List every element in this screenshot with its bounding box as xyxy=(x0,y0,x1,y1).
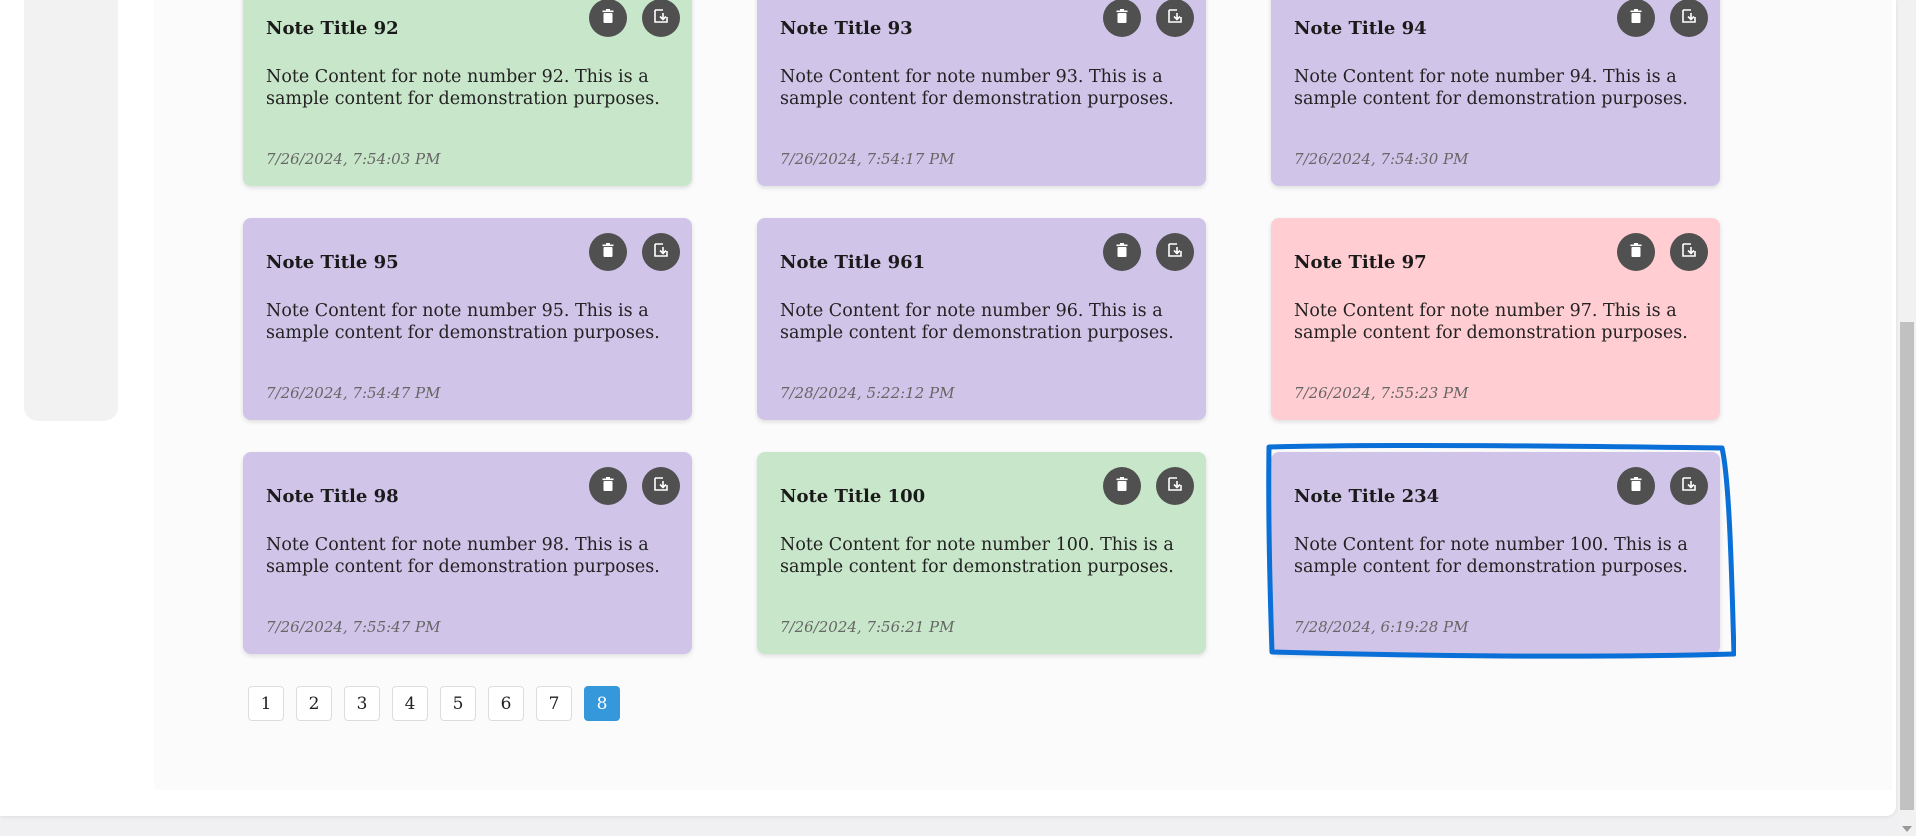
download-icon xyxy=(653,476,669,496)
note-title: Note Title 961 xyxy=(780,252,926,273)
delete-note-button[interactable] xyxy=(589,0,627,37)
note-card[interactable]: Note Title 98 Note Content for note numbe… xyxy=(243,452,692,654)
note-title: Note Title 93 xyxy=(780,18,913,39)
page-button-8[interactable]: 8 xyxy=(584,686,620,721)
note-date: 7/26/2024, 7:54:47 PM xyxy=(266,384,441,402)
note-card[interactable]: Note Title 100 Note Content for note numb… xyxy=(757,452,1206,654)
download-note-button[interactable] xyxy=(1156,467,1194,505)
download-note-button[interactable] xyxy=(1156,233,1194,271)
delete-note-button[interactable] xyxy=(1103,233,1141,271)
sidebar xyxy=(24,0,118,421)
note-card[interactable]: Note Title 92 Note Content for note numbe… xyxy=(243,0,692,186)
note-title: Note Title 97 xyxy=(1294,252,1427,273)
download-note-button[interactable] xyxy=(1156,0,1194,37)
annotation-highlight-outline xyxy=(1266,442,1736,659)
note-content: Note Content for note number 96. This is… xyxy=(780,301,1174,343)
note-card[interactable]: Note Title 93 Note Content for note numbe… xyxy=(757,0,1206,186)
download-icon xyxy=(653,242,669,262)
delete-note-button[interactable] xyxy=(589,233,627,271)
note-content: Note Content for note number 92. This is… xyxy=(266,67,660,109)
download-note-button[interactable] xyxy=(642,233,680,271)
note-card[interactable]: Note Title 94 Note Content for note numbe… xyxy=(1271,0,1720,186)
delete-note-button[interactable] xyxy=(1617,233,1655,271)
note-date: 7/26/2024, 7:55:47 PM xyxy=(266,618,441,636)
trash-icon xyxy=(1628,8,1644,28)
note-date: 7/28/2024, 5:22:12 PM xyxy=(780,384,955,402)
note-title: Note Title 92 xyxy=(266,18,399,39)
delete-note-button[interactable] xyxy=(1103,0,1141,37)
delete-note-button[interactable] xyxy=(589,467,627,505)
note-content: Note Content for note number 93. This is… xyxy=(780,67,1174,109)
download-icon xyxy=(1167,242,1183,262)
download-icon xyxy=(653,8,669,28)
download-icon xyxy=(1681,242,1697,262)
note-title: Note Title 95 xyxy=(266,252,399,273)
note-date: 7/26/2024, 7:54:30 PM xyxy=(1294,150,1469,168)
delete-note-button[interactable] xyxy=(1103,467,1141,505)
page-button-4[interactable]: 4 xyxy=(392,686,428,721)
note-title: Note Title 100 xyxy=(780,486,926,507)
note-card[interactable]: Note Title 961 Note Content for note numb… xyxy=(757,218,1206,420)
note-date: 7/26/2024, 7:54:17 PM xyxy=(780,150,955,168)
download-note-button[interactable] xyxy=(642,467,680,505)
note-title: Note Title 94 xyxy=(1294,18,1427,39)
page-button-7[interactable]: 7 xyxy=(536,686,572,721)
trash-icon xyxy=(600,476,616,496)
download-note-button[interactable] xyxy=(1670,233,1708,271)
page-button-6[interactable]: 6 xyxy=(488,686,524,721)
download-icon xyxy=(1681,8,1697,28)
download-note-button[interactable] xyxy=(642,0,680,37)
page-button-2[interactable]: 2 xyxy=(296,686,332,721)
note-content: Note Content for note number 94. This is… xyxy=(1294,67,1688,109)
note-card[interactable]: Note Title 97 Note Content for note numbe… xyxy=(1271,218,1720,420)
note-card[interactable]: Note Title 95 Note Content for note numbe… xyxy=(243,218,692,420)
page-button-5[interactable]: 5 xyxy=(440,686,476,721)
download-icon xyxy=(1167,8,1183,28)
download-icon xyxy=(1167,476,1183,496)
pagination: 12345678 xyxy=(248,686,620,721)
delete-note-button[interactable] xyxy=(1617,0,1655,37)
trash-icon xyxy=(600,242,616,262)
page-button-1[interactable]: 1 xyxy=(248,686,284,721)
trash-icon xyxy=(1114,476,1130,496)
scrollbar-thumb[interactable] xyxy=(1900,322,1914,810)
scroll-down-arrow-icon[interactable] xyxy=(1902,826,1912,832)
trash-icon xyxy=(1114,8,1130,28)
page-button-3[interactable]: 3 xyxy=(344,686,380,721)
note-date: 7/26/2024, 7:54:03 PM xyxy=(266,150,441,168)
download-note-button[interactable] xyxy=(1670,0,1708,37)
note-date: 7/26/2024, 7:56:21 PM xyxy=(780,618,955,636)
note-content: Note Content for note number 98. This is… xyxy=(266,535,660,577)
trash-icon xyxy=(1628,242,1644,262)
note-content: Note Content for note number 95. This is… xyxy=(266,301,660,343)
note-date: 7/26/2024, 7:55:23 PM xyxy=(1294,384,1469,402)
note-content: Note Content for note number 100. This i… xyxy=(780,535,1174,577)
note-content: Note Content for note number 97. This is… xyxy=(1294,301,1688,343)
note-title: Note Title 98 xyxy=(266,486,399,507)
trash-icon xyxy=(600,8,616,28)
vertical-scrollbar[interactable] xyxy=(1898,0,1916,836)
trash-icon xyxy=(1114,242,1130,262)
